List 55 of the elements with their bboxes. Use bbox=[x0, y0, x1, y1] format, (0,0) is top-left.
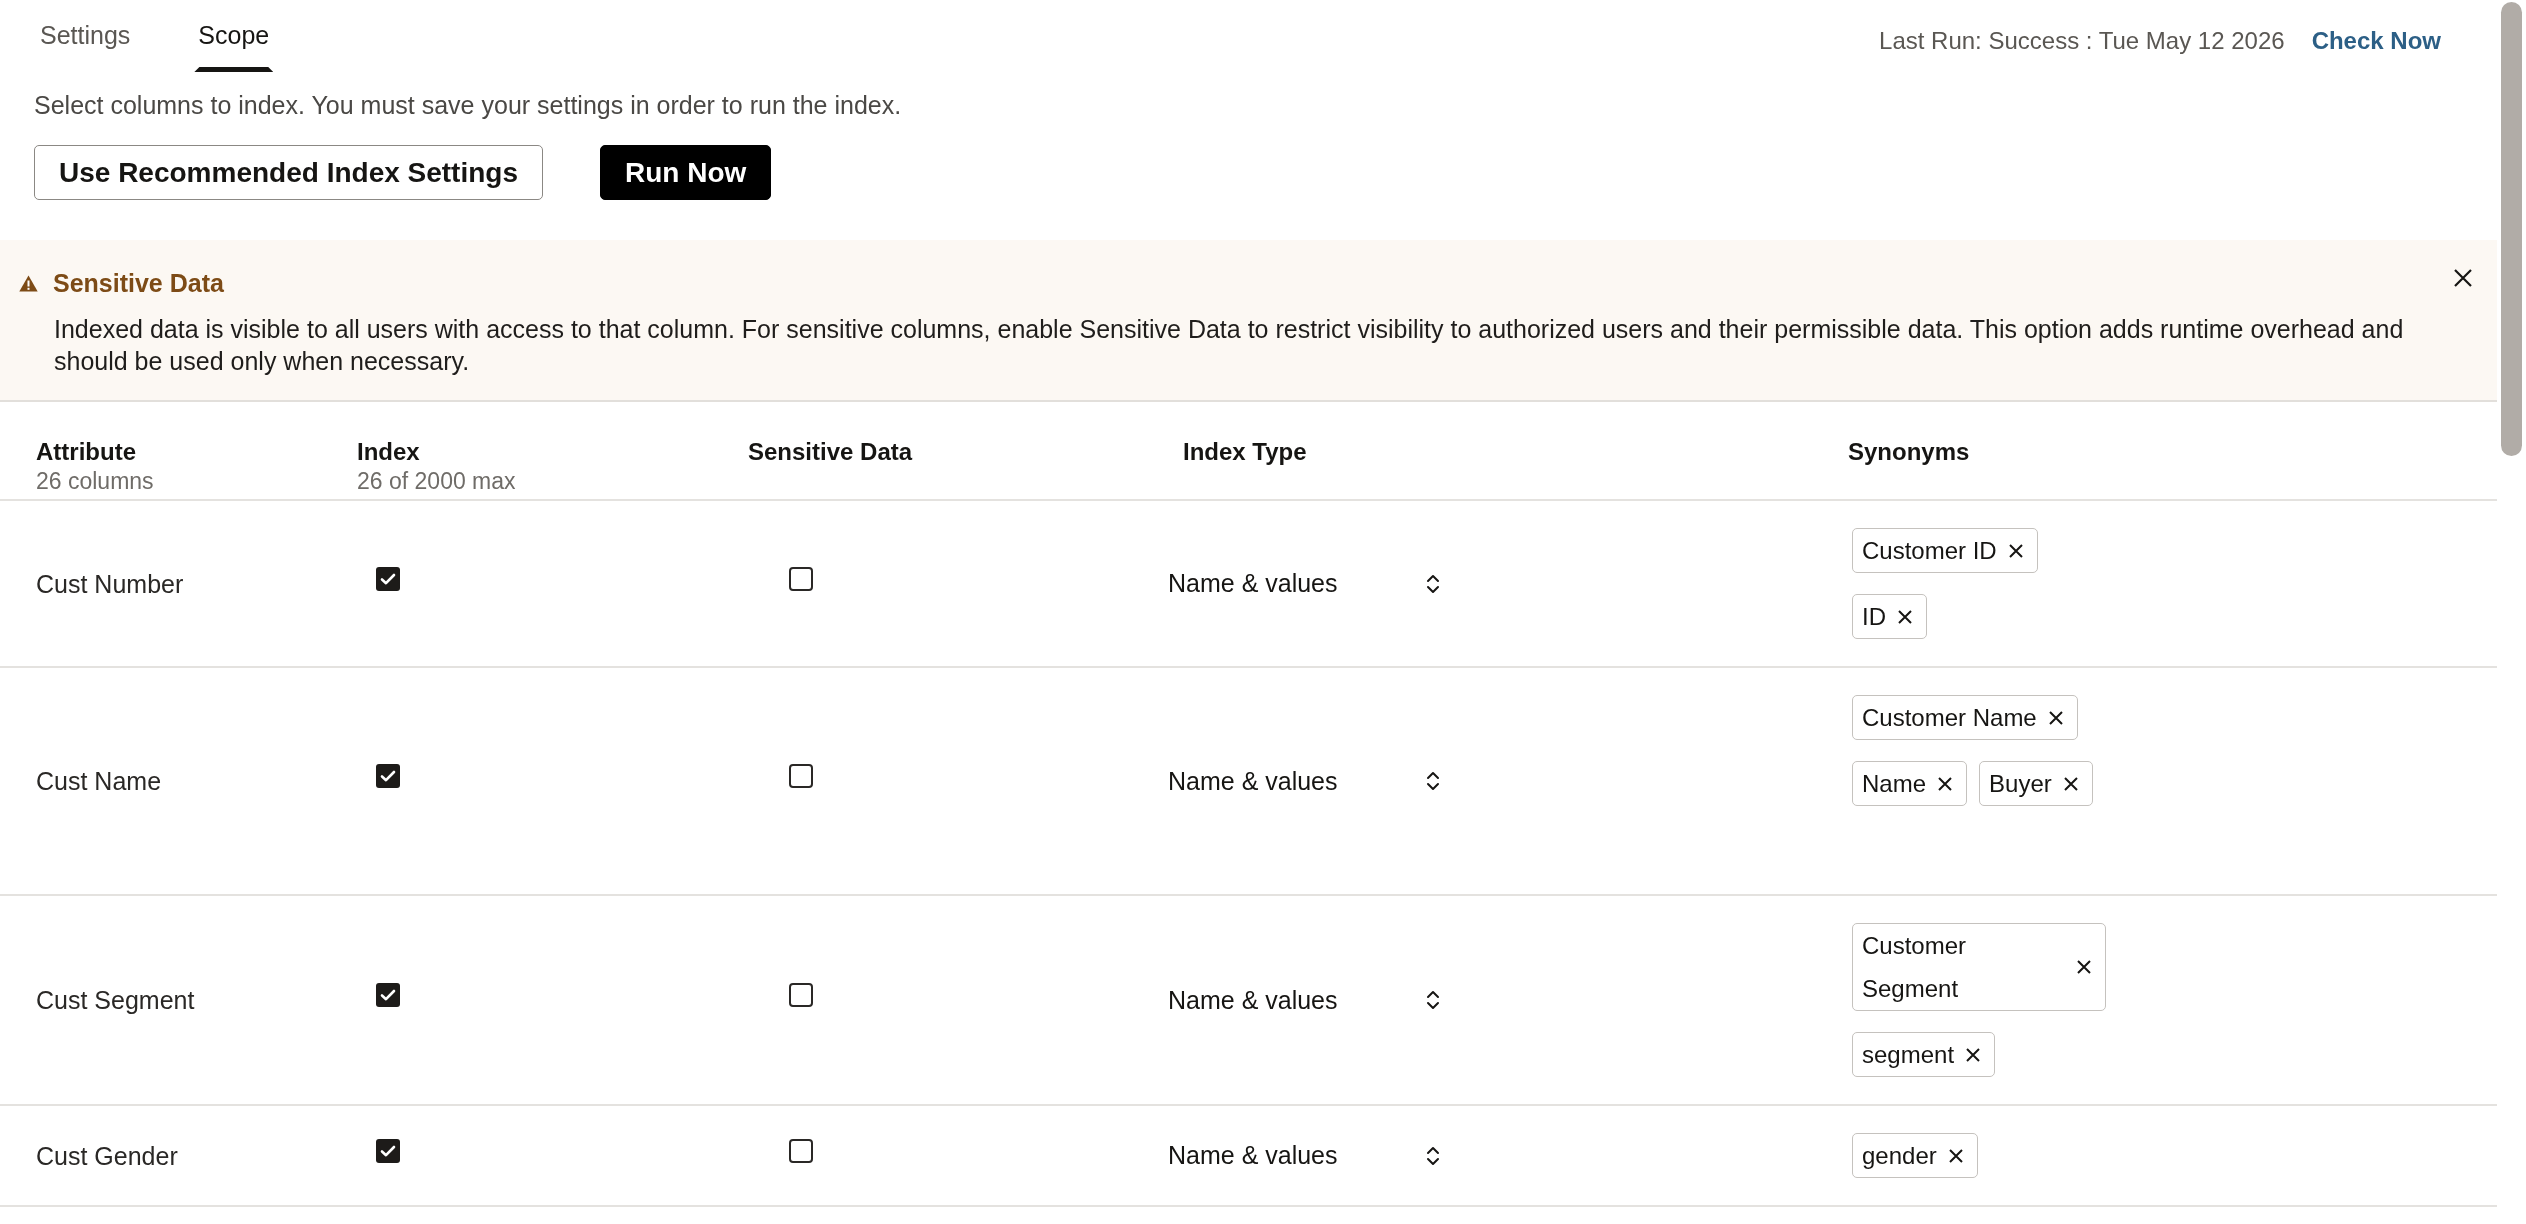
sensitive-data-checkbox[interactable] bbox=[789, 983, 813, 1007]
attribute-name: Cust Number bbox=[36, 568, 184, 600]
close-icon[interactable] bbox=[1897, 608, 1913, 625]
close-icon[interactable] bbox=[2007, 542, 2024, 559]
close-icon[interactable] bbox=[2062, 775, 2079, 792]
check-now-link[interactable]: Check Now bbox=[2311, 24, 2441, 58]
index-checkbox[interactable] bbox=[376, 1138, 400, 1163]
index-type-select[interactable]: Name & values bbox=[1160, 561, 1450, 606]
banner-message: Indexed data is visible to all users with access to that column. For sensitive columns, enable Sensitive Data to restrict visibility to authorized users and their permissible data. This option adds runtime overhead and should be used only when necessary. bbox=[54, 314, 2405, 377]
close-icon[interactable] bbox=[1947, 1147, 1964, 1164]
close-icon[interactable] bbox=[1937, 775, 1954, 792]
column-subheader: 26 of 2000 max bbox=[357, 467, 516, 495]
index-checkbox[interactable] bbox=[376, 764, 400, 788]
index-checkbox[interactable] bbox=[376, 566, 400, 591]
scrollbar-thumb[interactable] bbox=[2501, 2, 2522, 456]
close-icon[interactable] bbox=[2047, 709, 2064, 726]
sensitive-data-checkbox[interactable] bbox=[789, 1138, 813, 1163]
instructions-text: Select columns to index. You must save your settings in order to run the index. bbox=[34, 90, 903, 121]
synonym-text: ID bbox=[1862, 602, 1886, 632]
synonym-text: Name bbox=[1862, 769, 1927, 799]
secondary-button[interactable]: Use Recommended Index Settings bbox=[34, 145, 543, 200]
chevron-up-down-icon bbox=[1426, 572, 1440, 595]
synonym-text: Customer Name bbox=[1862, 703, 2037, 733]
attribute-name: Cust Segment bbox=[36, 985, 195, 1016]
last-run-status: Last Run: Success : Tue May 12 2026 bbox=[1879, 26, 2285, 56]
chevron-up-down-icon bbox=[1426, 770, 1440, 792]
attribute-name: Cust Name bbox=[36, 766, 162, 797]
synonym-text: gender bbox=[1862, 1141, 1937, 1171]
index-type-select[interactable]: Name & values bbox=[1160, 759, 1450, 803]
column-header: Index bbox=[357, 437, 420, 467]
index-type-select[interactable]: Name & values bbox=[1160, 1133, 1450, 1178]
index-type-select[interactable]: Name & values bbox=[1160, 978, 1450, 1022]
sensitive-data-checkbox[interactable] bbox=[789, 566, 813, 591]
synonym-text: Buyer bbox=[1989, 769, 2052, 799]
column-header: Synonyms bbox=[1848, 437, 1970, 467]
column-header: Index Type bbox=[1183, 437, 1307, 467]
chevron-up-down-icon bbox=[1426, 989, 1440, 1011]
column-header: Attribute bbox=[36, 437, 136, 467]
close-icon[interactable] bbox=[1965, 1046, 1982, 1063]
synonym-text: Customer Segment bbox=[1862, 931, 1968, 1004]
column-header: Sensitive Data bbox=[748, 437, 913, 467]
warning-icon bbox=[19, 274, 38, 292]
sensitive-data-checkbox[interactable] bbox=[789, 764, 813, 788]
banner-title: Sensitive Data bbox=[53, 268, 224, 299]
tab[interactable]: Scope bbox=[194, 0, 274, 72]
close-icon[interactable] bbox=[2453, 268, 2473, 288]
primary-button[interactable]: Run Now bbox=[600, 145, 772, 200]
synonym-text: Customer ID bbox=[1862, 536, 1997, 566]
column-subheader: 26 columns bbox=[36, 467, 154, 495]
close-icon[interactable] bbox=[2076, 959, 2092, 975]
attribute-name: Cust Gender bbox=[36, 1140, 178, 1172]
synonym-text: segment bbox=[1862, 1040, 1955, 1070]
chevron-up-down-icon bbox=[1426, 1144, 1440, 1167]
tab[interactable]: Settings bbox=[36, 0, 135, 72]
index-checkbox[interactable] bbox=[376, 983, 400, 1007]
